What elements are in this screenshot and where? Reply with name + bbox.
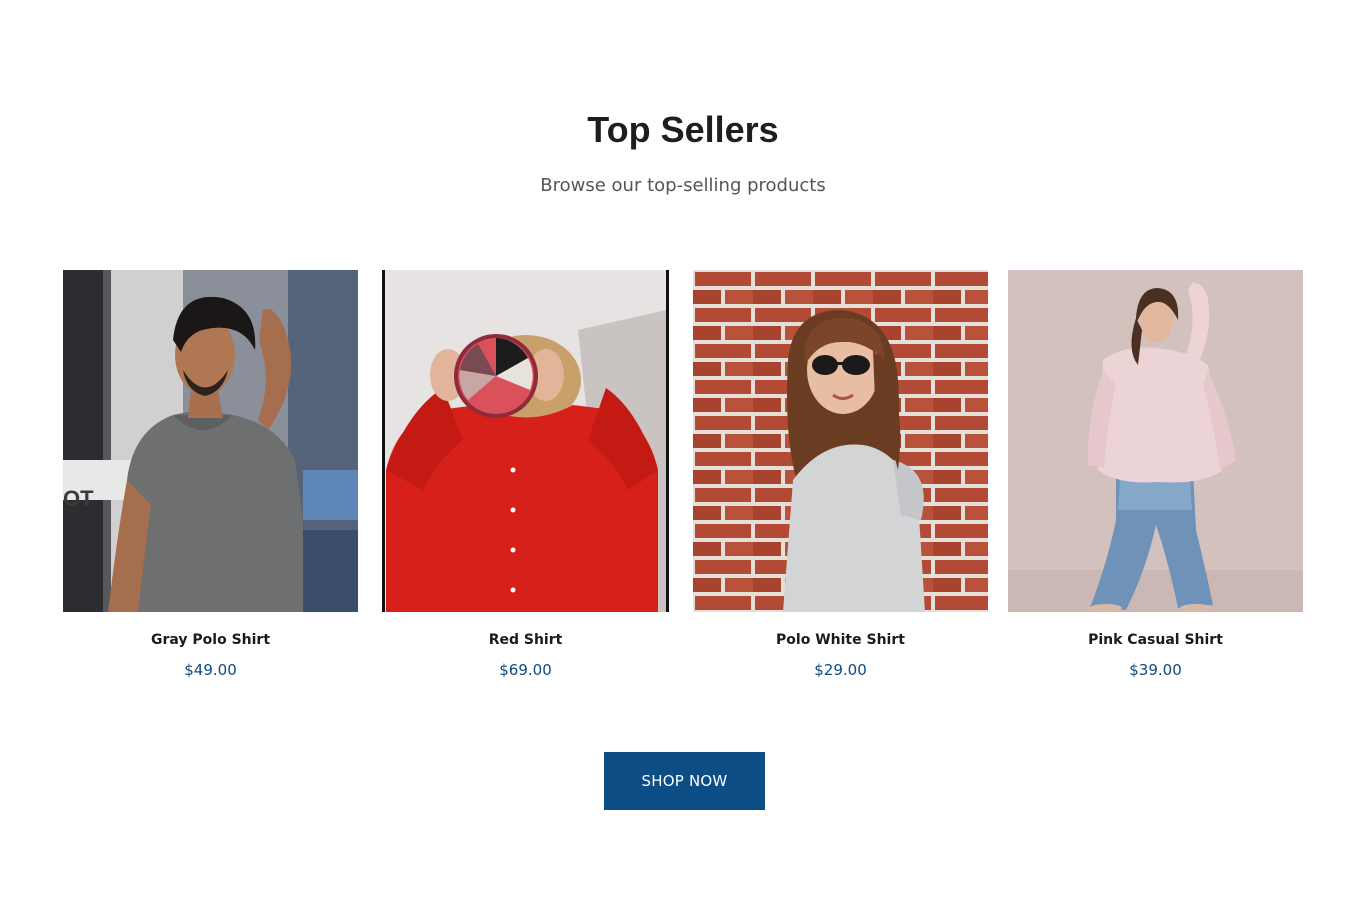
product-image-pink-casual-shirt[interactable] (1008, 270, 1303, 612)
product-name[interactable]: Pink Casual Shirt (1008, 630, 1303, 650)
product-image-gray-polo-shirt[interactable]: OT (63, 270, 358, 612)
product-card-gray-polo-shirt[interactable]: OT Gray Polo Shirt $49.00 (63, 270, 358, 679)
product-price: $69.00 (499, 661, 552, 679)
section-title: Top Sellers (587, 109, 779, 150)
product-name[interactable]: Red Shirt (378, 630, 673, 650)
product-name[interactable]: Gray Polo Shirt (63, 630, 358, 650)
product-price: $49.00 (184, 661, 237, 679)
product-image-polo-white-shirt[interactable] (693, 270, 988, 612)
section-subtitle: Browse our top-selling products (540, 175, 826, 196)
product-price: $29.00 (814, 661, 867, 679)
product-price: $39.00 (1129, 661, 1182, 679)
product-image-red-shirt[interactable] (378, 270, 673, 612)
shop-now-button[interactable]: SHOP NOW (604, 752, 765, 810)
top-sellers-section: Top Sellers Browse our top-selling produ… (0, 0, 1366, 920)
product-card-red-shirt[interactable]: Red Shirt $69.00 (378, 270, 673, 679)
product-card-pink-casual-shirt[interactable]: Pink Casual Shirt $39.00 (1008, 270, 1303, 679)
product-name[interactable]: Polo White Shirt (693, 630, 988, 650)
product-card-polo-white-shirt[interactable]: Polo White Shirt $29.00 (693, 270, 988, 679)
svg-text:OT: OT (63, 486, 94, 511)
